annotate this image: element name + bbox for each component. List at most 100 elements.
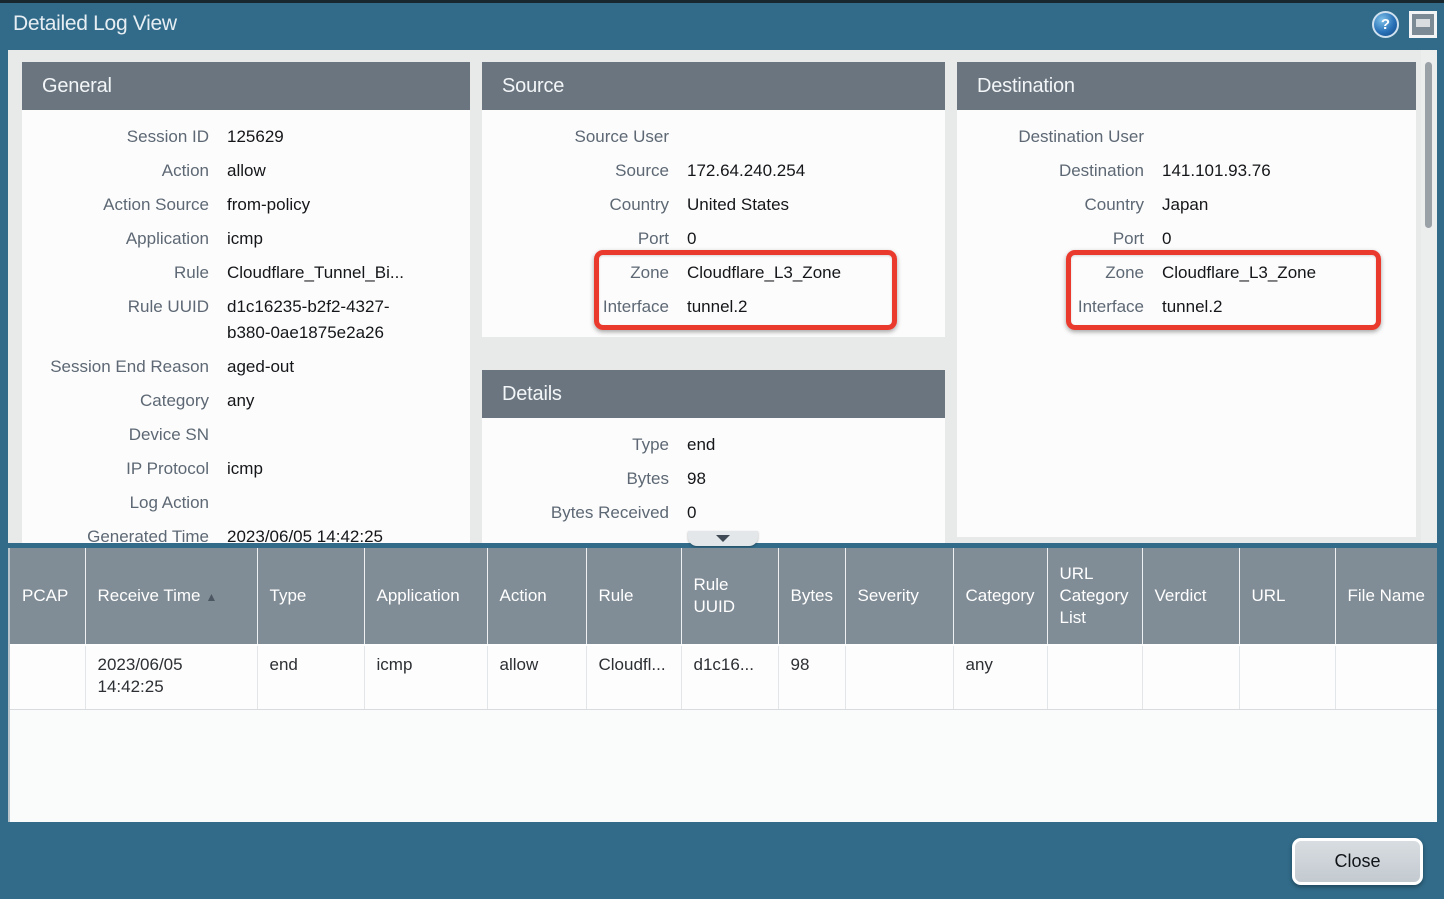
- column-header-label: Category: [966, 586, 1035, 605]
- help-icon[interactable]: ?: [1372, 11, 1399, 38]
- column-header-url-category-list[interactable]: URL Category List: [1047, 548, 1142, 645]
- field-label: Source: [482, 158, 687, 184]
- column-header-application[interactable]: Application: [364, 548, 487, 645]
- field-value: aged-out: [227, 354, 294, 380]
- field-value: 98: [687, 466, 706, 492]
- vertical-scrollbar-thumb[interactable]: [1425, 62, 1432, 228]
- field-label: Session End Reason: [22, 354, 227, 380]
- field-action: Action allow: [22, 154, 470, 188]
- details-panel: Details Type end Bytes 98 Bytes Received…: [482, 370, 945, 543]
- field-bytes: Bytes 98: [482, 462, 945, 496]
- cell-action: allow: [487, 645, 586, 709]
- details-panel-title: Details: [502, 383, 562, 405]
- column-header-receive-time[interactable]: Receive Time▲: [85, 548, 257, 645]
- cell-rule: Cloudfl...: [586, 645, 681, 709]
- field-rule-uuid: Rule UUID d1c16235-b2f2-4327-b380-0ae187…: [22, 290, 470, 350]
- field-source-port: Port 0: [482, 222, 945, 256]
- log-table-area: PCAP Receive Time▲ Type Application Acti…: [8, 548, 1437, 822]
- field-generated-time: Generated Time 2023/06/05 14:42:25: [22, 520, 470, 543]
- field-label: Generated Time: [22, 524, 227, 543]
- column-header-label: Application: [377, 586, 460, 605]
- field-label: Log Action: [22, 490, 227, 516]
- field-application: Application icmp: [22, 222, 470, 256]
- field-label: Application: [22, 226, 227, 252]
- close-button[interactable]: Close: [1292, 838, 1423, 885]
- field-label: Rule UUID: [22, 294, 227, 346]
- field-label: Type: [482, 432, 687, 458]
- field-label: Rule: [22, 260, 227, 286]
- window-display-icon-screen: [1416, 19, 1430, 27]
- field-label: Zone: [957, 260, 1162, 286]
- page-title: Detailed Log View: [13, 12, 177, 36]
- field-source-zone: Zone Cloudflare_L3_Zone: [482, 256, 945, 290]
- chevron-down-icon: [716, 535, 730, 542]
- field-label: Bytes: [482, 466, 687, 492]
- destination-panel: Destination Destination User Destination…: [957, 62, 1416, 537]
- column-header-label: Rule UUID: [694, 575, 736, 616]
- table-row[interactable]: 2023/06/05 14:42:25 end icmp allow Cloud…: [10, 645, 1437, 709]
- field-label: Session ID: [22, 124, 227, 150]
- field-label: Category: [22, 388, 227, 414]
- column-header-label: Bytes: [791, 586, 834, 605]
- destination-panel-body: Destination User Destination 141.101.93.…: [957, 110, 1416, 537]
- field-label: Country: [957, 192, 1162, 218]
- field-value: any: [227, 388, 254, 414]
- source-panel: Source Source User Source 172.64.240.254…: [482, 62, 945, 337]
- field-ip-protocol: IP Protocol icmp: [22, 452, 470, 486]
- field-bytes-received: Bytes Received 0: [482, 496, 945, 530]
- cell-receive-time: 2023/06/05 14:42:25: [85, 645, 257, 709]
- destination-panel-title: Destination: [977, 75, 1075, 97]
- log-table: PCAP Receive Time▲ Type Application Acti…: [10, 548, 1437, 710]
- column-header-label: Action: [500, 586, 547, 605]
- column-header-label: Verdict: [1155, 586, 1207, 605]
- field-type: Type end: [482, 428, 945, 462]
- field-destination-address: Destination 141.101.93.76: [957, 154, 1416, 188]
- field-label: Bytes Received: [482, 500, 687, 526]
- cell-url-category-list: [1047, 645, 1142, 709]
- column-header-action[interactable]: Action: [487, 548, 586, 645]
- column-header-type[interactable]: Type: [257, 548, 364, 645]
- column-header-verdict[interactable]: Verdict: [1142, 548, 1239, 645]
- field-value: tunnel.2: [1162, 294, 1223, 320]
- window-display-icon[interactable]: [1409, 11, 1437, 38]
- field-value: 0: [687, 500, 696, 526]
- field-value: icmp: [227, 226, 263, 252]
- field-value: tunnel.2: [687, 294, 748, 320]
- field-label: Port: [957, 226, 1162, 252]
- dialog-title-bar: Detailed Log View ?: [0, 0, 1444, 45]
- field-destination-country: Country Japan: [957, 188, 1416, 222]
- field-source-user: Source User: [482, 120, 945, 154]
- column-header-label: File Name: [1348, 586, 1425, 605]
- column-header-file-name[interactable]: File Name: [1335, 548, 1437, 645]
- column-header-rule[interactable]: Rule: [586, 548, 681, 645]
- field-value: Cloudflare_Tunnel_Bi...: [227, 260, 404, 286]
- field-label: IP Protocol: [22, 456, 227, 482]
- column-header-bytes[interactable]: Bytes: [778, 548, 845, 645]
- log-detail-scroll-region: General Session ID 125629 Action allow A…: [8, 50, 1437, 543]
- details-panel-body: Type end Bytes 98 Bytes Received 0: [482, 418, 945, 543]
- field-value: 172.64.240.254: [687, 158, 805, 184]
- column-header-category[interactable]: Category: [953, 548, 1047, 645]
- field-label: Destination User: [957, 124, 1162, 150]
- column-header-pcap[interactable]: PCAP: [10, 548, 85, 645]
- field-source-address: Source 172.64.240.254: [482, 154, 945, 188]
- column-header-label: Severity: [858, 586, 919, 605]
- field-value: from-policy: [227, 192, 310, 218]
- field-value: 141.101.93.76: [1162, 158, 1271, 184]
- cell-url: [1239, 645, 1335, 709]
- column-header-label: Rule: [599, 586, 634, 605]
- vertical-scrollbar[interactable]: [1421, 50, 1437, 543]
- field-label: Action: [22, 158, 227, 184]
- cell-bytes: 98: [778, 645, 845, 709]
- cell-pcap: [10, 645, 85, 709]
- panel-splitter-handle[interactable]: [688, 531, 758, 546]
- column-header-label: Receive Time: [98, 586, 201, 605]
- field-value: Japan: [1162, 192, 1208, 218]
- column-header-url[interactable]: URL: [1239, 548, 1335, 645]
- field-rule: Rule Cloudflare_Tunnel_Bi...: [22, 256, 470, 290]
- column-header-rule-uuid[interactable]: Rule UUID: [681, 548, 778, 645]
- field-label: Country: [482, 192, 687, 218]
- column-header-severity[interactable]: Severity: [845, 548, 953, 645]
- field-label: Source User: [482, 124, 687, 150]
- field-value: 2023/06/05 14:42:25: [227, 524, 383, 543]
